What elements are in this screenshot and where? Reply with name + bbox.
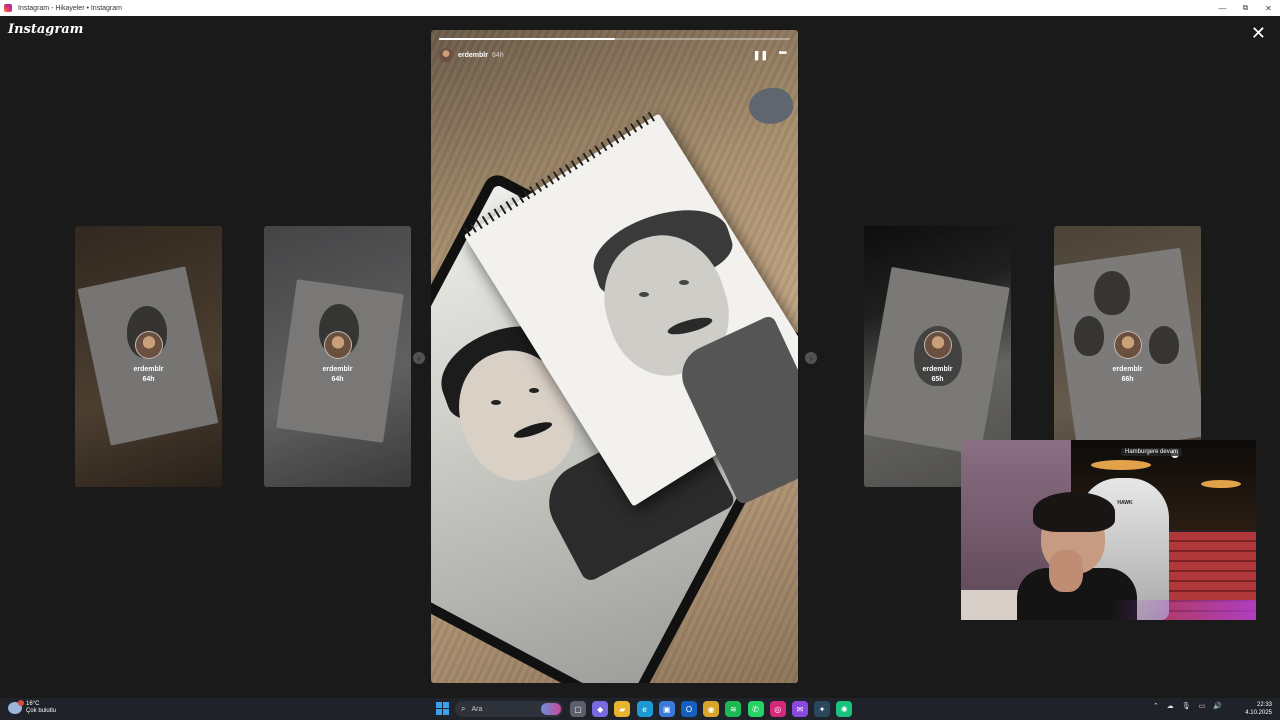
start-button[interactable] — [436, 702, 449, 715]
story-age: 64h — [331, 376, 344, 383]
minimize-button[interactable]: — — [1211, 0, 1234, 16]
story-progress-bar — [439, 38, 790, 40]
avatar[interactable] — [439, 48, 453, 62]
cloud-icon — [8, 700, 24, 714]
restore-button[interactable]: ⧉ — [1234, 0, 1257, 16]
taskbar-clock[interactable]: 22:33 4.10.2025 — [1245, 701, 1272, 717]
file-explorer-icon[interactable]: ▰ — [614, 701, 631, 717]
story-username: erdemblr — [322, 366, 353, 373]
messenger-icon[interactable]: ✉ — [791, 701, 808, 717]
tray-icon-0[interactable]: ⌃ — [1153, 702, 1159, 710]
story-viewer: Instagram ✕ erdemblr 64h erdemblr 64h ‹ — [0, 16, 1280, 698]
pause-icon[interactable]: ❚❚ — [753, 50, 768, 61]
sketch-eye — [639, 292, 649, 297]
search-placeholder: Ara — [471, 705, 483, 713]
tray-icon-3[interactable]: ▭ — [1199, 702, 1206, 710]
neon-light — [1111, 600, 1256, 620]
city-lights — [1201, 480, 1241, 488]
photo-eye — [529, 388, 539, 393]
windows-logo-icon — [436, 702, 442, 708]
weather-desc: Çok bulutlu — [26, 708, 57, 714]
story-age: 65h — [931, 376, 944, 383]
main-story[interactable]: erdemblr 64h ❚❚ ••• — [431, 30, 798, 683]
weather-widget[interactable]: 16°C Çok bulutlu — [8, 700, 56, 715]
story-age: 66h — [1121, 376, 1134, 383]
story-progress-fill — [439, 38, 615, 40]
steam-icon[interactable]: ✦ — [814, 701, 831, 717]
streamer-hair — [1033, 492, 1115, 532]
story-username: erdemblr — [1112, 366, 1143, 373]
chatgpt-icon[interactable]: ✺ — [836, 701, 853, 717]
store-icon[interactable]: ▣ — [658, 701, 675, 717]
chair-label: HAWK — [1117, 500, 1133, 506]
tray-icon-1[interactable]: ☁ — [1167, 702, 1174, 710]
streamer-hand — [1049, 550, 1083, 592]
avatar — [324, 331, 352, 359]
instagram-favicon-icon — [4, 4, 12, 12]
story-username[interactable]: erdemblr — [458, 52, 488, 59]
webcam-badge: Hamburgere devam — [1121, 448, 1183, 456]
sketch-eye — [679, 280, 689, 285]
close-icon[interactable]: ✕ — [1251, 24, 1266, 42]
desk — [961, 590, 1021, 620]
clock-date: 4.10.2025 — [1245, 710, 1272, 716]
avatar — [135, 331, 163, 359]
avatar — [924, 331, 952, 359]
more-icon[interactable]: ••• — [778, 48, 786, 59]
spotify-icon[interactable]: ≋ — [725, 701, 742, 717]
city-lights — [1091, 460, 1151, 470]
side-story-1[interactable]: erdemblr 64h — [75, 226, 222, 487]
copilot-icon[interactable]: ◆ — [592, 701, 609, 717]
weather-temp: 16°C — [26, 701, 40, 707]
tray-icon-4[interactable]: 🔊 — [1213, 702, 1222, 710]
instagram-logo[interactable]: Instagram — [8, 22, 83, 37]
taskbar: 16°C Çok bulutlu ⌕ Ara ▢ ◆ ▰ e ▣ O ◉ ≋ ✆ ◎ ✉ ✦ ✺ ⌃ ☁ 🎙… — [0, 698, 1280, 720]
photo-eye — [491, 400, 501, 405]
story-username: erdemblr — [922, 366, 953, 373]
clock-time: 22:33 — [1256, 702, 1272, 708]
taskbar-search[interactable]: ⌕ Ara — [455, 701, 563, 717]
next-story-button[interactable]: › — [805, 352, 817, 364]
instagram-icon[interactable]: ◎ — [769, 701, 786, 717]
webcam-overlay: HAWK Hamburgere devam — [961, 440, 1256, 620]
side-story-2[interactable]: erdemblr 64h — [264, 226, 411, 487]
window-title: Instagram - Hikayeler • Instagram — [18, 4, 122, 12]
story-header: erdemblr 64h — [439, 48, 504, 62]
taskbar-apps: ▢ ◆ ▰ e ▣ O ◉ ≋ ✆ ◎ ✉ ✦ ✺ — [570, 701, 858, 717]
story-age: 64h — [142, 376, 155, 383]
outlook-icon[interactable]: O — [680, 701, 697, 717]
window-titlebar: Instagram - Hikayeler • Instagram — ⧉ ✕ — [0, 0, 1280, 16]
weather-text: 16°C Çok bulutlu — [26, 701, 56, 715]
avatar — [1114, 331, 1142, 359]
previous-story-button[interactable]: ‹ — [413, 352, 425, 364]
search-highlight-icon — [541, 703, 561, 715]
system-tray: ⌃ ☁ 🎙 ▭ 🔊 — [1145, 702, 1222, 710]
search-icon: ⌕ — [461, 704, 466, 713]
window-close-button[interactable]: ✕ — [1257, 0, 1280, 16]
whatsapp-icon[interactable]: ✆ — [747, 701, 764, 717]
task-view-icon[interactable]: ▢ — [570, 701, 586, 717]
edge-icon[interactable]: e — [636, 701, 653, 717]
chrome-icon[interactable]: ◉ — [703, 701, 720, 717]
story-age: 64h — [491, 51, 504, 59]
story-username: erdemblr — [133, 366, 164, 373]
window-controls: — ⧉ ✕ — [1211, 0, 1280, 16]
tray-icon-2[interactable]: 🎙 — [1182, 702, 1191, 710]
